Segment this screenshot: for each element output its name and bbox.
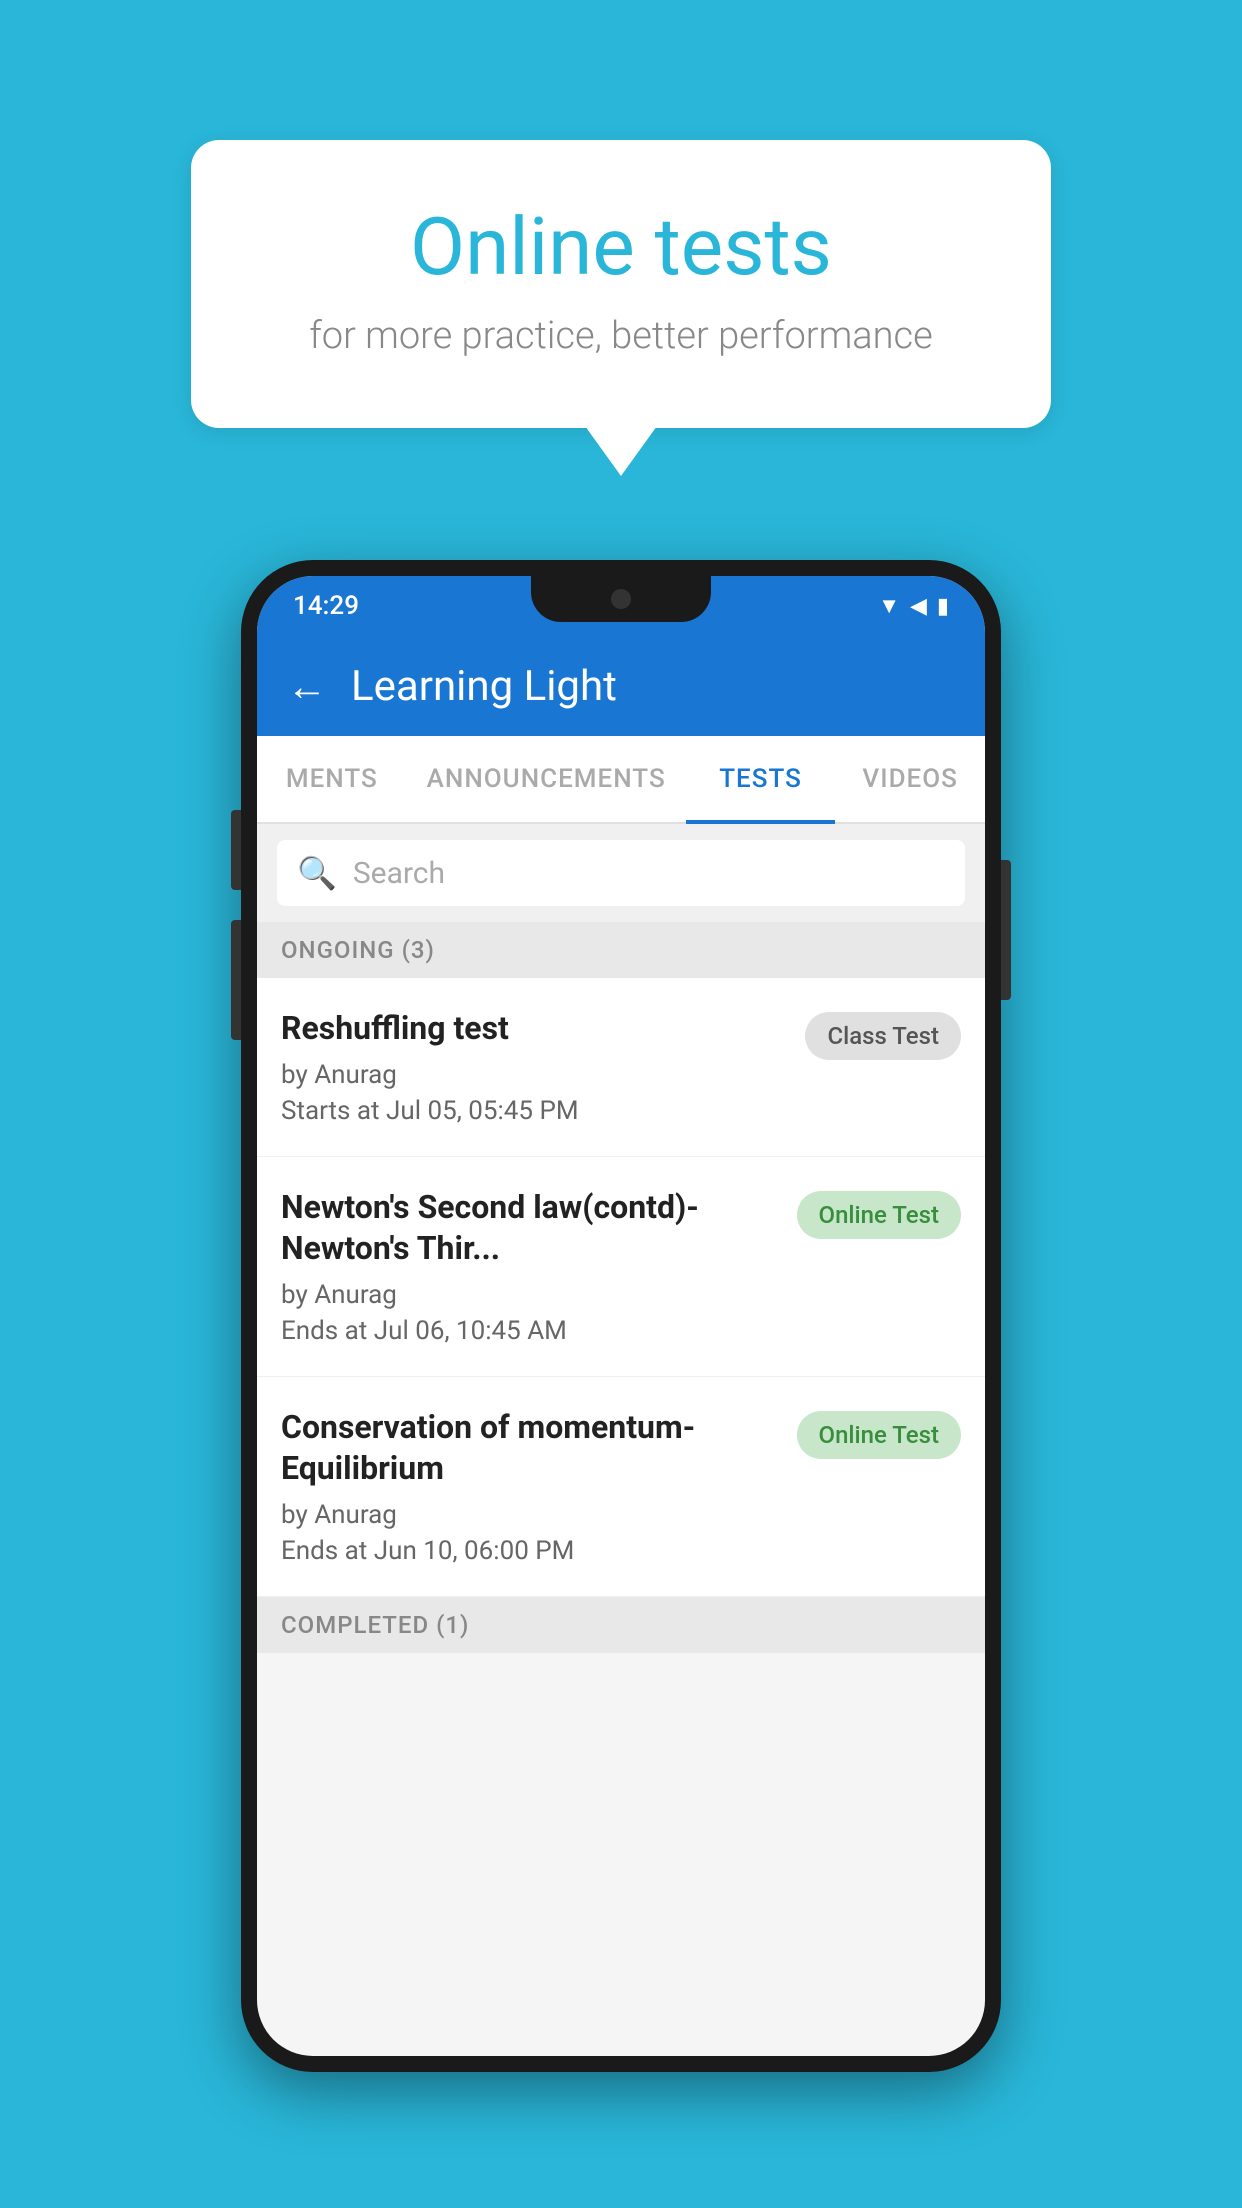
search-icon: 🔍 (297, 854, 337, 892)
tab-videos[interactable]: VIDEOS (835, 736, 985, 822)
back-button[interactable]: ← (287, 663, 327, 710)
test-name-2: Newton's Second law(contd)-Newton's Thir… (281, 1187, 785, 1270)
tab-tests[interactable]: TESTS (686, 736, 836, 822)
wifi-icon: ▼ (878, 593, 900, 619)
test-item-1[interactable]: Reshuffling test by Anurag Starts at Jul… (257, 978, 985, 1157)
phone-container: 14:29 ▼ ◀ ▮ ← Learning Light MENTS ANNOU… (241, 560, 1001, 2072)
battery-icon: ▮ (937, 594, 949, 619)
signal-icon: ◀ (910, 594, 927, 619)
power-button (1001, 860, 1011, 1000)
test-info-1: Reshuffling test by Anurag Starts at Jul… (281, 1008, 793, 1126)
app-bar: ← Learning Light (257, 636, 985, 736)
speech-bubble-container: Online tests for more practice, better p… (191, 140, 1051, 428)
test-author-3: by Anurag (281, 1500, 785, 1530)
test-item-3[interactable]: Conservation of momentum-Equilibrium by … (257, 1377, 985, 1597)
test-badge-2: Online Test (797, 1191, 961, 1239)
speech-bubble: Online tests for more practice, better p… (191, 140, 1051, 428)
phone-notch (531, 576, 711, 622)
tab-announcements[interactable]: ANNOUNCEMENTS (407, 736, 686, 822)
test-name-3: Conservation of momentum-Equilibrium (281, 1407, 785, 1490)
test-time-1: Starts at Jul 05, 05:45 PM (281, 1096, 793, 1126)
ongoing-section-header: ONGOING (3) (257, 922, 985, 978)
status-time: 14:29 (293, 591, 359, 621)
bubble-title: Online tests (271, 200, 971, 294)
test-badge-3: Online Test (797, 1411, 961, 1459)
test-info-2: Newton's Second law(contd)-Newton's Thir… (281, 1187, 785, 1346)
test-item-2[interactable]: Newton's Second law(contd)-Newton's Thir… (257, 1157, 985, 1377)
test-author-1: by Anurag (281, 1060, 793, 1090)
bubble-subtitle: for more practice, better performance (271, 314, 971, 358)
search-input-wrapper[interactable]: 🔍 Search (277, 840, 965, 906)
test-time-2: Ends at Jul 06, 10:45 AM (281, 1316, 785, 1346)
test-info-3: Conservation of momentum-Equilibrium by … (281, 1407, 785, 1566)
phone-screen: 14:29 ▼ ◀ ▮ ← Learning Light MENTS ANNOU… (257, 576, 985, 2056)
test-author-2: by Anurag (281, 1280, 785, 1310)
search-input[interactable]: Search (353, 856, 445, 891)
test-time-3: Ends at Jun 10, 06:00 PM (281, 1536, 785, 1566)
test-name-1: Reshuffling test (281, 1008, 793, 1050)
volume-down-button (231, 920, 241, 1040)
tabs-bar: MENTS ANNOUNCEMENTS TESTS VIDEOS (257, 736, 985, 824)
volume-up-button (231, 810, 241, 890)
app-title: Learning Light (351, 662, 617, 711)
status-icons: ▼ ◀ ▮ (878, 593, 949, 619)
search-container: 🔍 Search (257, 824, 985, 922)
tab-ments[interactable]: MENTS (257, 736, 407, 822)
completed-section-header: COMPLETED (1) (257, 1597, 985, 1653)
phone-frame: 14:29 ▼ ◀ ▮ ← Learning Light MENTS ANNOU… (241, 560, 1001, 2072)
camera-icon (611, 589, 631, 609)
test-badge-1: Class Test (805, 1012, 961, 1060)
